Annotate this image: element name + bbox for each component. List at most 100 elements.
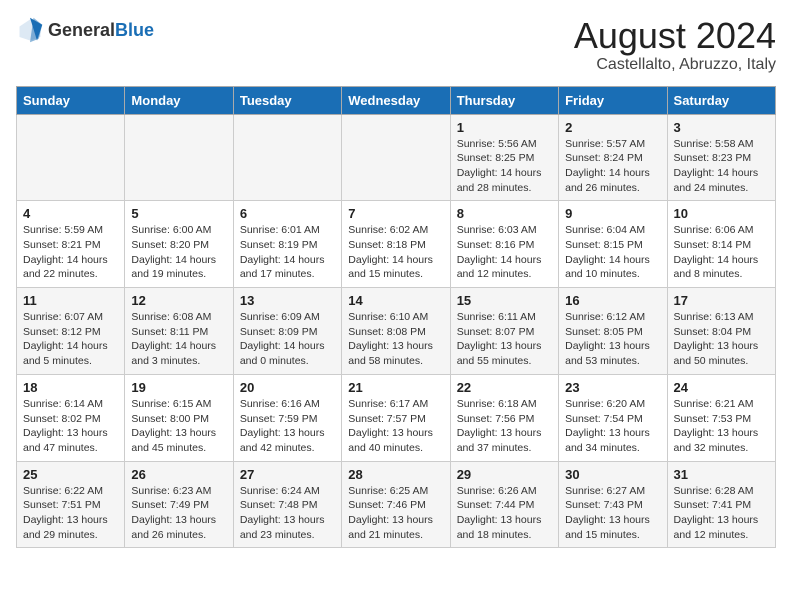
day-info: Sunrise: 5:56 AM Sunset: 8:25 PM Dayligh… [457,137,552,196]
calendar-cell: 14 Sunrise: 6:10 AM Sunset: 8:08 PM Dayli… [342,288,450,375]
calendar-cell: 10Sunrise: 6:06 AM Sunset: 8:14 PM Dayli… [667,201,775,288]
day-number: 2 [565,120,660,135]
day-number: 8 [457,206,552,221]
day-info: Sunrise: 6:17 AM Sunset: 7:57 PM Dayligh… [348,397,443,456]
day-number: 11 [23,293,118,308]
day-number: 29 [457,467,552,482]
day-number: 27 [240,467,335,482]
calendar-cell: 1 Sunrise: 5:56 AM Sunset: 8:25 PM Daylig… [450,114,558,201]
calendar-week-5: 25 Sunrise: 6:22 AM Sunset: 7:51 PM Dayli… [17,461,776,548]
day-number: 19 [131,380,226,395]
day-info: Sunrise: 6:10 AM Sunset: 8:08 PM Dayligh… [348,310,443,369]
day-info: Sunrise: 6:01 AM Sunset: 8:19 PM Dayligh… [240,223,335,282]
day-info: Sunrise: 6:26 AM Sunset: 7:44 PM Dayligh… [457,484,552,543]
calendar-week-1: 1 Sunrise: 5:56 AM Sunset: 8:25 PM Daylig… [17,114,776,201]
day-info: Sunrise: 6:28 AM Sunset: 7:41 PM Dayligh… [674,484,769,543]
calendar-cell: 28Sunrise: 6:25 AM Sunset: 7:46 PM Dayli… [342,461,450,548]
day-number: 18 [23,380,118,395]
calendar-cell: 9 Sunrise: 6:04 AM Sunset: 8:15 PM Daylig… [559,201,667,288]
day-number: 1 [457,120,552,135]
calendar-cell: 7Sunrise: 6:02 AM Sunset: 8:18 PM Daylig… [342,201,450,288]
calendar-cell: 23Sunrise: 6:20 AM Sunset: 7:54 PM Dayli… [559,374,667,461]
header-row: SundayMondayTuesdayWednesdayThursdayFrid… [17,86,776,114]
calendar-cell: 20 Sunrise: 6:16 AM Sunset: 7:59 PM Dayli… [233,374,341,461]
calendar-cell: 11 Sunrise: 6:07 AM Sunset: 8:12 PM Dayli… [17,288,125,375]
day-info: Sunrise: 6:02 AM Sunset: 8:18 PM Dayligh… [348,223,443,282]
day-number: 28 [348,467,443,482]
day-number: 17 [674,293,769,308]
day-number: 13 [240,293,335,308]
calendar-cell: 5 Sunrise: 6:00 AM Sunset: 8:20 PM Daylig… [125,201,233,288]
logo: GeneralBlue [16,16,154,44]
calendar-cell: 8 Sunrise: 6:03 AM Sunset: 8:16 PM Daylig… [450,201,558,288]
day-number: 14 [348,293,443,308]
calendar-cell: 27 Sunrise: 6:24 AM Sunset: 7:48 PM Dayli… [233,461,341,548]
day-number: 22 [457,380,552,395]
day-info: Sunrise: 6:18 AM Sunset: 7:56 PM Dayligh… [457,397,552,456]
day-info: Sunrise: 6:24 AM Sunset: 7:48 PM Dayligh… [240,484,335,543]
day-number: 3 [674,120,769,135]
day-info: Sunrise: 6:13 AM Sunset: 8:04 PM Dayligh… [674,310,769,369]
day-info: Sunrise: 5:57 AM Sunset: 8:24 PM Dayligh… [565,137,660,196]
calendar-cell: 29 Sunrise: 6:26 AM Sunset: 7:44 PM Dayli… [450,461,558,548]
calendar-cell: 26Sunrise: 6:23 AM Sunset: 7:49 PM Dayli… [125,461,233,548]
day-info: Sunrise: 6:03 AM Sunset: 8:16 PM Dayligh… [457,223,552,282]
day-number: 16 [565,293,660,308]
logo-text: GeneralBlue [48,20,154,41]
day-info: Sunrise: 6:11 AM Sunset: 8:07 PM Dayligh… [457,310,552,369]
calendar-cell: 16 Sunrise: 6:12 AM Sunset: 8:05 PM Dayli… [559,288,667,375]
calendar-week-4: 18 Sunrise: 6:14 AM Sunset: 8:02 PM Dayli… [17,374,776,461]
day-info: Sunrise: 6:04 AM Sunset: 8:15 PM Dayligh… [565,223,660,282]
calendar-cell: 18 Sunrise: 6:14 AM Sunset: 8:02 PM Dayli… [17,374,125,461]
day-number: 4 [23,206,118,221]
calendar-table: SundayMondayTuesdayWednesdayThursdayFrid… [16,86,776,549]
day-number: 15 [457,293,552,308]
header-cell-thursday: Thursday [450,86,558,114]
day-number: 12 [131,293,226,308]
day-number: 20 [240,380,335,395]
calendar-cell: 3 Sunrise: 5:58 AM Sunset: 8:23 PM Daylig… [667,114,775,201]
day-info: Sunrise: 6:16 AM Sunset: 7:59 PM Dayligh… [240,397,335,456]
calendar-cell: 25 Sunrise: 6:22 AM Sunset: 7:51 PM Dayli… [17,461,125,548]
header-cell-tuesday: Tuesday [233,86,341,114]
day-info: Sunrise: 6:14 AM Sunset: 8:02 PM Dayligh… [23,397,118,456]
day-number: 31 [674,467,769,482]
day-info: Sunrise: 6:00 AM Sunset: 8:20 PM Dayligh… [131,223,226,282]
calendar-cell: 24Sunrise: 6:21 AM Sunset: 7:53 PM Dayli… [667,374,775,461]
logo-icon [16,16,44,44]
day-number: 25 [23,467,118,482]
calendar-week-2: 4 Sunrise: 5:59 AM Sunset: 8:21 PM Daylig… [17,201,776,288]
day-info: Sunrise: 6:22 AM Sunset: 7:51 PM Dayligh… [23,484,118,543]
day-info: Sunrise: 5:58 AM Sunset: 8:23 PM Dayligh… [674,137,769,196]
calendar-cell: 31 Sunrise: 6:28 AM Sunset: 7:41 PM Dayli… [667,461,775,548]
day-info: Sunrise: 6:21 AM Sunset: 7:53 PM Dayligh… [674,397,769,456]
day-info: Sunrise: 6:15 AM Sunset: 8:00 PM Dayligh… [131,397,226,456]
day-info: Sunrise: 6:06 AM Sunset: 8:14 PM Dayligh… [674,223,769,282]
calendar-cell [233,114,341,201]
day-info: Sunrise: 6:12 AM Sunset: 8:05 PM Dayligh… [565,310,660,369]
header: GeneralBlue August 2024 Castellalto, Abr… [16,16,776,74]
calendar-cell: 2 Sunrise: 5:57 AM Sunset: 8:24 PM Daylig… [559,114,667,201]
day-number: 21 [348,380,443,395]
calendar-cell: 21 Sunrise: 6:17 AM Sunset: 7:57 PM Dayli… [342,374,450,461]
calendar-week-3: 11 Sunrise: 6:07 AM Sunset: 8:12 PM Dayli… [17,288,776,375]
title-area: August 2024 Castellalto, Abruzzo, Italy [574,16,776,74]
header-cell-wednesday: Wednesday [342,86,450,114]
day-info: Sunrise: 6:07 AM Sunset: 8:12 PM Dayligh… [23,310,118,369]
calendar-cell [342,114,450,201]
calendar-cell [125,114,233,201]
day-number: 5 [131,206,226,221]
day-number: 26 [131,467,226,482]
day-info: Sunrise: 6:08 AM Sunset: 8:11 PM Dayligh… [131,310,226,369]
header-cell-sunday: Sunday [17,86,125,114]
day-info: Sunrise: 5:59 AM Sunset: 8:21 PM Dayligh… [23,223,118,282]
day-number: 23 [565,380,660,395]
calendar-cell: 4 Sunrise: 5:59 AM Sunset: 8:21 PM Daylig… [17,201,125,288]
calendar-cell: 30Sunrise: 6:27 AM Sunset: 7:43 PM Dayli… [559,461,667,548]
header-cell-monday: Monday [125,86,233,114]
day-number: 9 [565,206,660,221]
page-title: August 2024 [574,16,776,56]
header-cell-saturday: Saturday [667,86,775,114]
day-info: Sunrise: 6:27 AM Sunset: 7:43 PM Dayligh… [565,484,660,543]
day-number: 6 [240,206,335,221]
